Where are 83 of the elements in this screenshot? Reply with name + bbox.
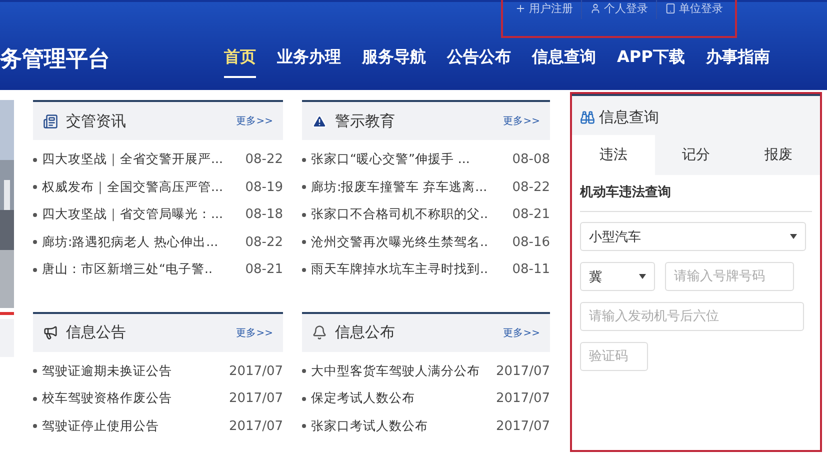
news-title[interactable]: 张家口“暖心交警”伸援手 ... [311,151,470,168]
news-date: 2017/07 [228,364,283,379]
news-date: 08-21 [512,207,550,222]
news-title[interactable]: 权威发布｜全国交警高压严管... [42,178,223,196]
news-date: 08-18 [245,207,283,222]
news-title[interactable]: 校车驾驶资格作废公告 [42,390,172,408]
bullet-icon [302,396,306,401]
province-select[interactable]: 冀 [580,262,655,291]
nav-tab[interactable]: 信息查询 [532,40,596,78]
news-date: 2017/07 [228,391,283,406]
site-title: 务管理平台 [0,46,111,74]
bullet-icon [33,424,37,428]
top-link[interactable]: 单位登录 [657,0,731,19]
tablet-icon [665,3,676,14]
plus-icon [515,3,526,14]
bullet-icon [302,424,306,428]
bullet-icon [302,212,306,217]
section-title: 警示教育 [335,112,396,130]
news-date: 2017/07 [496,418,550,434]
section-title: 信息公布 [335,323,396,342]
news-title[interactable]: 驾驶证停止使用公告 [42,418,159,435]
bullet-icon [302,369,306,374]
captcha-input[interactable]: 验证码 [580,342,648,371]
nav-tab[interactable]: 办事指南 [706,40,770,78]
plate-input[interactable]: 请输入号牌号码 [665,262,794,291]
news-date: 08-19 [245,180,283,195]
bullet-icon [33,369,37,374]
panel-title: 信息查询 [599,108,659,127]
more-link[interactable]: 更多>> [236,326,273,340]
news-title[interactable]: 保定考试人数公布 [311,390,415,408]
news-date: 2017/07 [496,391,550,406]
news-title[interactable]: 沧州交警再次曝光终生禁驾名.. [311,234,488,251]
news-date: 2017/07 [228,418,283,434]
query-tab[interactable]: 违法 [572,135,655,175]
news-date: 08-22 [512,180,550,195]
nav-tab[interactable]: 服务导航 [362,40,426,78]
bullet-icon [302,268,306,272]
news-date: 08-21 [245,262,283,278]
news-title[interactable]: 四大攻坚战｜省交管局曝光：... [42,206,223,224]
nav-tab[interactable]: 首页 [224,40,256,78]
bullet-icon [33,212,37,217]
bullet-icon [33,185,37,190]
newspaper-icon [43,114,58,128]
news-title[interactable]: 廊坊:路遇犯病老人 热心伸出... [42,234,218,251]
news-title[interactable]: 四大攻坚战｜全省交警开展严... [42,151,223,168]
bell-icon [312,325,327,340]
user-icon [590,3,601,14]
news-title[interactable]: 大中型客货车驾驶人满分公布 [311,362,480,380]
nav-tab[interactable]: 公告公布 [447,40,511,78]
bullet-icon [33,268,37,272]
bullet-icon [33,396,37,401]
bullet-icon [302,185,306,190]
megaphone-icon [43,325,58,340]
bullet-icon [302,240,306,244]
caret-icon [639,274,646,279]
news-date: 08-16 [512,234,550,250]
caret-icon [790,234,797,239]
news-title[interactable]: 唐山：市区新增三处“电子警.. [42,261,212,278]
news-title[interactable]: 雨天车牌掉水坑车主寻时找到.. [311,261,488,278]
news-title[interactable]: 廊坊:报废车撞警车 弃车逃离... [311,178,488,196]
news-date: 08-22 [245,234,283,250]
form-title: 机动车违法查询 [580,175,812,212]
news-title[interactable]: 驾驶证逾期未换证公告 [42,362,172,380]
bullet-icon [302,158,306,162]
engine-input[interactable]: 请输入发动机号后六位 [580,302,804,331]
news-date: 2017/07 [496,364,550,379]
more-link[interactable]: 更多>> [236,114,273,128]
news-title[interactable]: 张家口不合格司机不称职的父.. [311,206,488,224]
bullet-icon [33,158,37,162]
nav-tab[interactable]: APP下载 [617,40,685,78]
binoculars-icon [580,110,595,125]
vehicle-type-select[interactable]: 小型汽车 [580,222,806,251]
section-title: 信息公告 [66,323,127,342]
more-link[interactable]: 更多>> [503,114,540,128]
nav-tab[interactable]: 业务办理 [277,40,341,78]
news-title[interactable]: 张家口考试人数公布 [311,418,428,435]
more-link[interactable]: 更多>> [503,326,540,340]
news-date: 08-11 [512,262,550,278]
bullet-icon [33,240,37,244]
news-date: 08-08 [512,152,550,168]
section-title: 交管资讯 [66,112,127,130]
warning-icon [312,114,327,128]
news-date: 08-22 [245,152,283,168]
